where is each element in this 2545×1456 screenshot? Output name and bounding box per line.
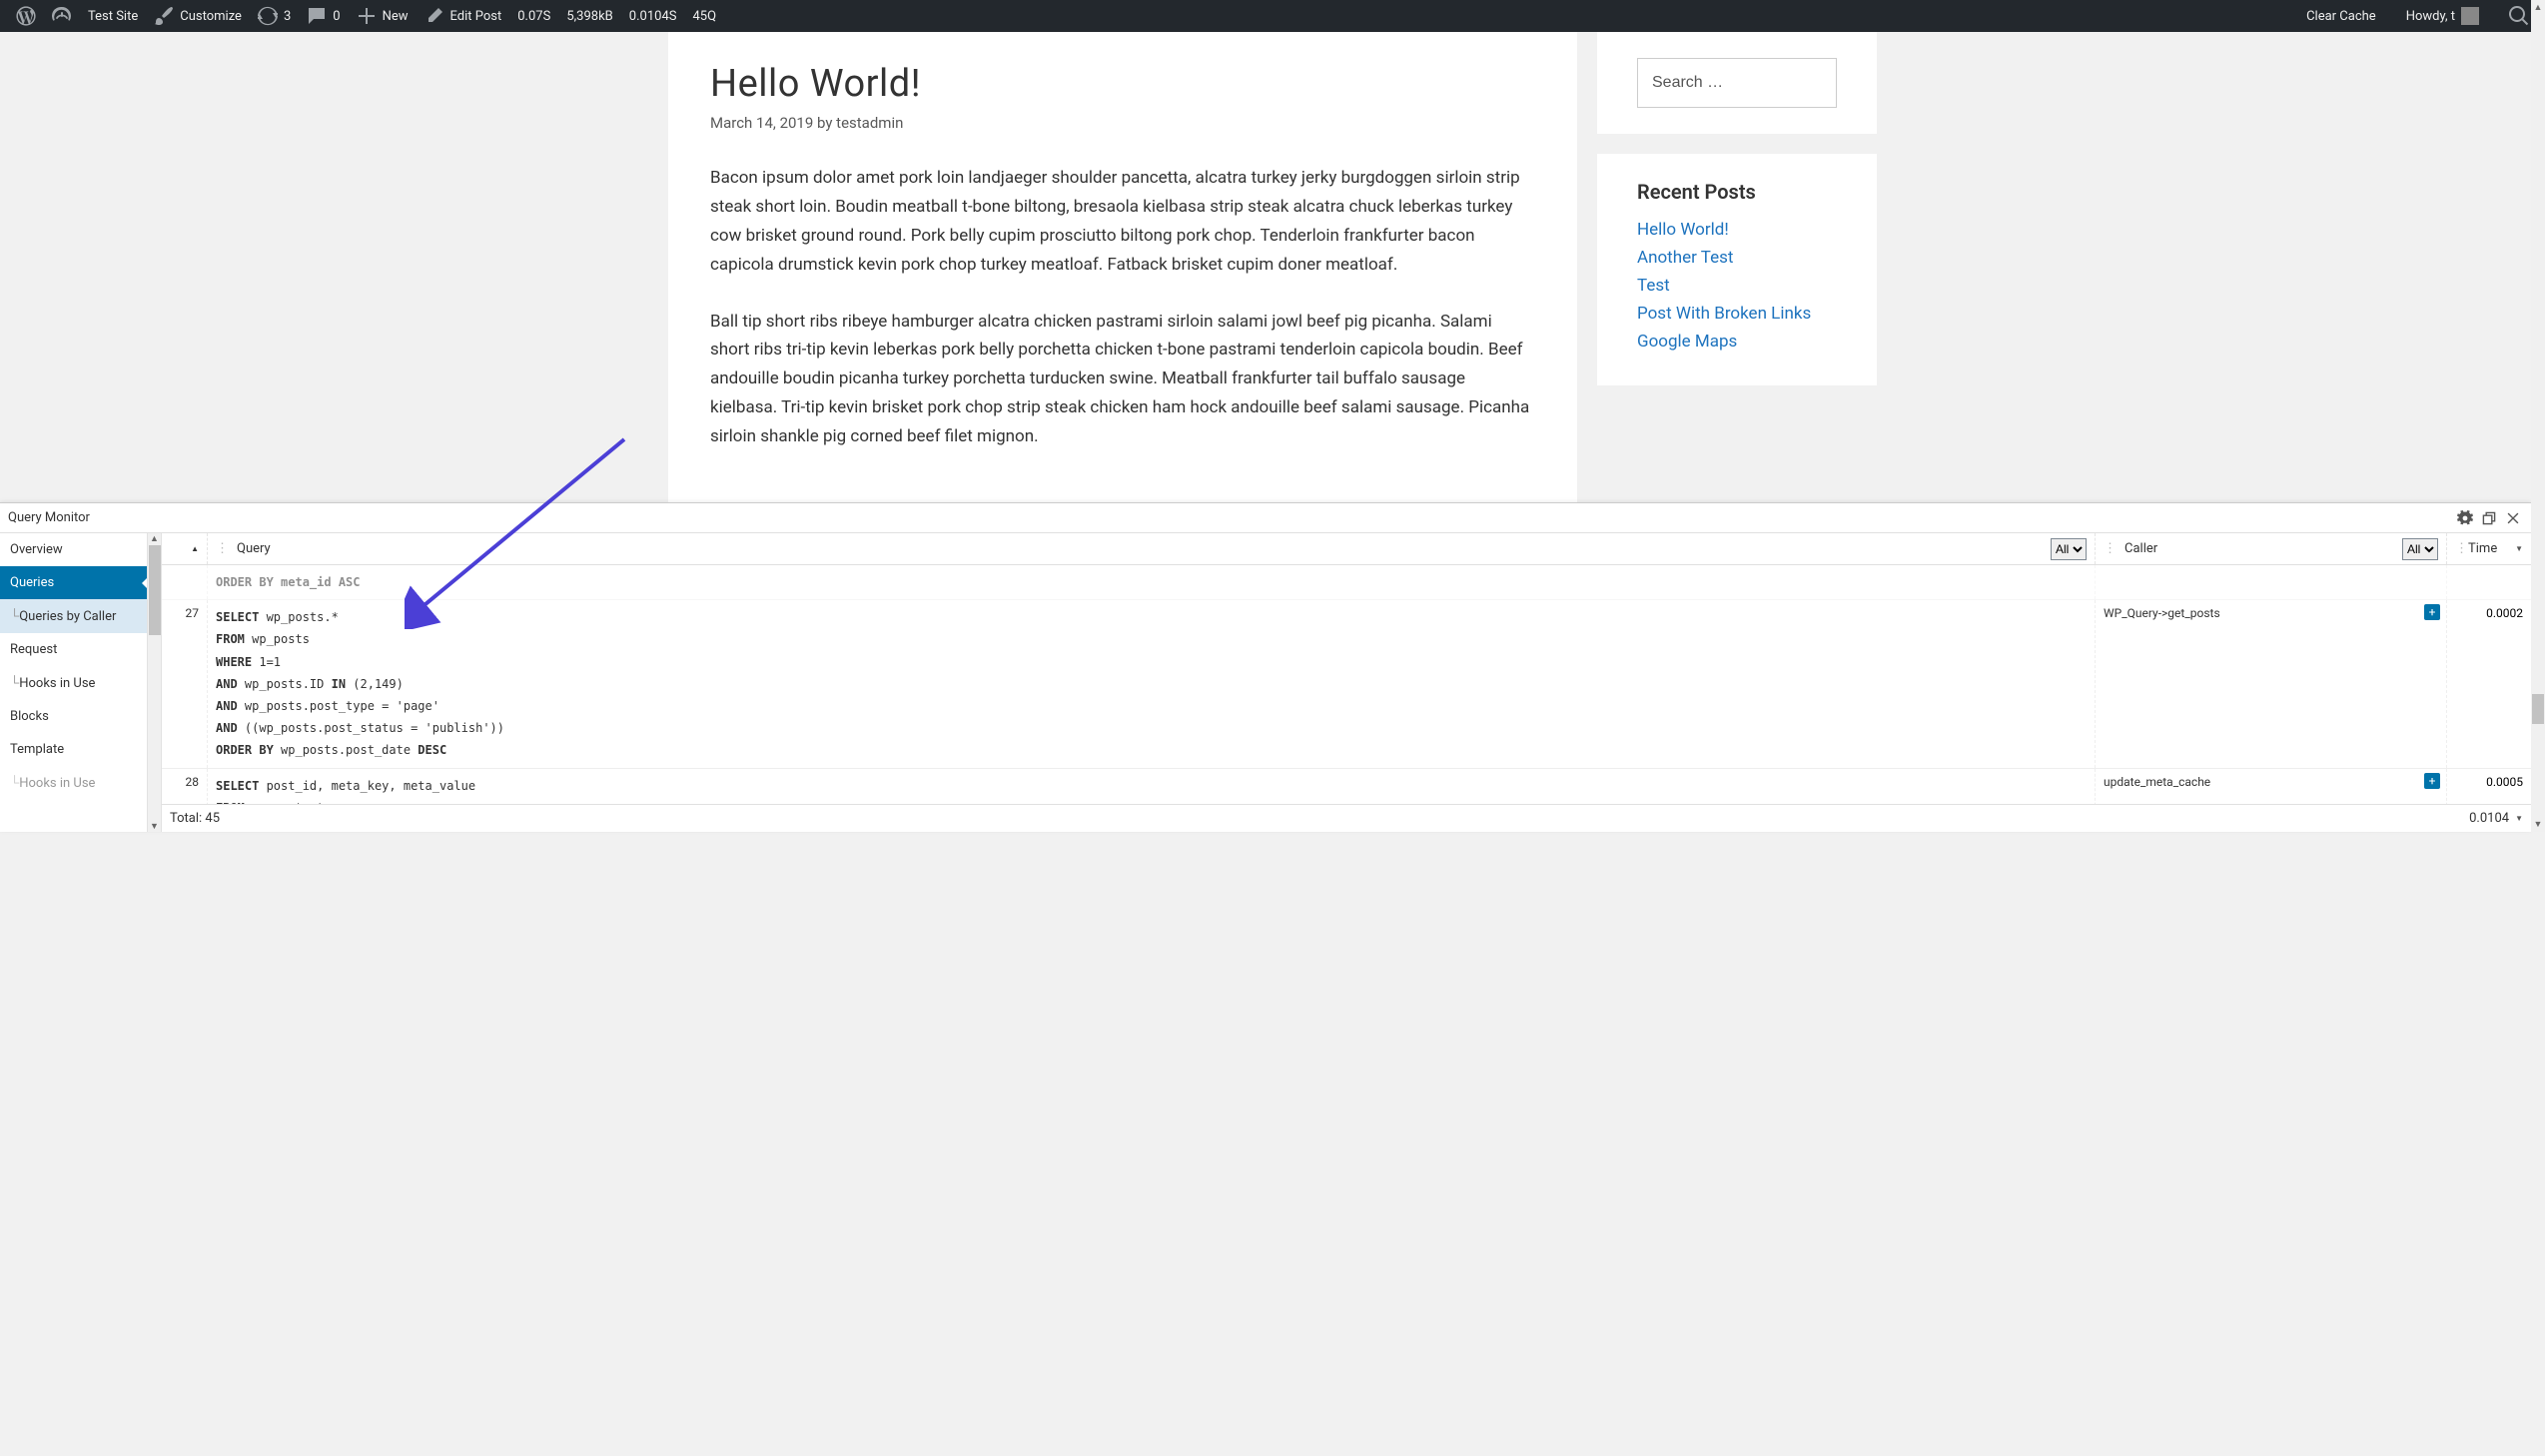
table-row: ORDER BY meta_id ASC: [162, 565, 2531, 600]
expand-caller-button[interactable]: +: [2424, 604, 2440, 620]
brush-icon: [154, 6, 174, 26]
recent-post-link[interactable]: Test: [1637, 276, 1670, 296]
wp-admin-bar: Test Site Customize 3 0 New Edit Post 0.…: [0, 0, 2545, 32]
customize-link[interactable]: Customize: [146, 0, 250, 32]
qm-stat-time[interactable]: 0.07S: [509, 0, 558, 32]
expand-caller-button[interactable]: +: [2424, 773, 2440, 789]
recent-post-link[interactable]: Another Test: [1637, 248, 1733, 268]
new-label: New: [383, 9, 409, 24]
qm-main: ▲ ⋮ Query All ⋮ Caller All ⋮ Time ▼: [162, 533, 2531, 832]
qm-stat-mem[interactable]: 5,398kB: [558, 0, 620, 32]
qm-stat-db[interactable]: 0.0104S: [621, 0, 685, 32]
caller-text: WP_Query->get_posts: [2104, 606, 2220, 620]
plus-icon: [357, 6, 377, 26]
query-monitor-panel: Query Monitor Overview Queries Queries b…: [0, 502, 2531, 832]
nav-request[interactable]: Request: [0, 633, 147, 666]
window-scrollbar[interactable]: ▲ ▼: [2531, 0, 2545, 832]
sql-fragment: ORDER BY meta_id ASC: [216, 575, 361, 589]
howdy-text: Howdy, t: [2406, 9, 2455, 24]
nav-queries[interactable]: Queries: [0, 566, 147, 599]
clear-cache-link[interactable]: Clear Cache: [2298, 0, 2384, 32]
close-icon[interactable]: [2501, 506, 2525, 530]
edit-post-label: Edit Post: [450, 9, 502, 24]
post-title: Hello World!: [710, 62, 1535, 106]
updates-link[interactable]: 3: [250, 0, 299, 32]
time-value: 0.0005: [2447, 769, 2531, 805]
scroll-down-icon[interactable]: ▼: [2534, 817, 2543, 832]
caller-text: update_meta_cache: [2104, 775, 2210, 789]
qm-table-body[interactable]: ORDER BY meta_id ASC 27 SELECT wp_posts.…: [162, 565, 2531, 804]
comment-icon: [307, 6, 327, 26]
pencil-icon: [424, 6, 444, 26]
col-caller-label: Caller: [2124, 541, 2157, 556]
qm-stat-queries[interactable]: 45Q: [684, 0, 724, 32]
sort-desc-icon: ▼: [2515, 814, 2523, 823]
col-time-label: Time: [2468, 541, 2497, 556]
table-row: 28 SELECT post_id, meta_key, meta_value …: [162, 769, 2531, 805]
qm-nav-scrollbar[interactable]: ▲ ▼: [148, 533, 162, 832]
sql-text: SELECT post_id, meta_key, meta_value FRO…: [216, 775, 2087, 805]
recent-post-link[interactable]: Post With Broken Links: [1637, 304, 1811, 324]
footer-time: 0.0104: [2469, 811, 2509, 826]
howdy-link[interactable]: Howdy, t: [2398, 0, 2487, 32]
customize-label: Customize: [180, 9, 242, 24]
search-widget: [1597, 32, 1877, 134]
comments-link[interactable]: 0: [299, 0, 348, 32]
nav-hooks-in-use[interactable]: Hooks in Use: [0, 666, 147, 700]
nav-queries-by-caller[interactable]: Queries by Caller: [0, 599, 147, 633]
qm-title-bar: Query Monitor: [0, 503, 2531, 533]
site-name-link[interactable]: Test Site: [80, 0, 146, 32]
comments-count: 0: [333, 9, 340, 24]
new-link[interactable]: New: [349, 0, 417, 32]
update-icon: [258, 6, 278, 26]
time-value: 0.0002: [2447, 600, 2531, 767]
row-num: 28: [162, 769, 208, 805]
col-num-sort[interactable]: ▲: [162, 533, 208, 564]
recent-post-link[interactable]: Google Maps: [1637, 332, 1737, 352]
page-content: Hello World! March 14, 2019 by testadmin…: [0, 32, 2545, 568]
nav-template[interactable]: Template: [0, 733, 147, 766]
updates-count: 3: [284, 9, 291, 24]
scroll-thumb[interactable]: [149, 545, 161, 635]
query-filter-select[interactable]: All: [2051, 538, 2087, 560]
col-caller: ⋮ Caller All: [2096, 533, 2447, 564]
nav-hooks-in-use-2[interactable]: Hooks in Use: [0, 766, 147, 800]
scroll-thumb[interactable]: [2532, 694, 2544, 724]
recent-posts-widget: Recent Posts Hello World! Another Test T…: [1597, 154, 1877, 385]
post-paragraph: Bacon ipsum dolor amet pork loin landjae…: [710, 164, 1535, 280]
qm-footer: Total: 45 0.0104 ▼: [162, 804, 2531, 832]
table-row: 27 SELECT wp_posts.* FROM wp_posts WHERE…: [162, 600, 2531, 768]
qm-table-header: ▲ ⋮ Query All ⋮ Caller All ⋮ Time ▼: [162, 533, 2531, 565]
avatar: [2461, 7, 2479, 25]
qm-title: Query Monitor: [8, 510, 90, 525]
dashboard-icon[interactable]: [44, 0, 80, 32]
scroll-down-icon[interactable]: ▼: [150, 821, 159, 832]
qm-nav: Overview Queries Queries by Caller Reque…: [0, 533, 148, 832]
edit-post-link[interactable]: Edit Post: [417, 0, 510, 32]
widget-title: Recent Posts: [1637, 180, 1837, 204]
post-paragraph: Ball tip short ribs ribeye hamburger alc…: [710, 308, 1535, 451]
popout-icon[interactable]: [2477, 506, 2501, 530]
search-input[interactable]: [1637, 58, 1837, 108]
scroll-up-icon[interactable]: ▲: [150, 533, 159, 544]
sql-text: SELECT wp_posts.* FROM wp_posts WHERE 1=…: [216, 606, 2087, 761]
footer-total: Total: 45: [170, 811, 220, 826]
row-num: 27: [162, 600, 208, 767]
sidebar: Recent Posts Hello World! Another Test T…: [1597, 32, 1877, 568]
col-time[interactable]: ⋮ Time ▼: [2447, 533, 2531, 564]
wp-logo-icon[interactable]: [8, 0, 44, 32]
gear-icon[interactable]: [2453, 506, 2477, 530]
col-query-label: Query: [237, 541, 271, 556]
col-query: ⋮ Query All: [208, 533, 2096, 564]
sort-desc-icon: ▼: [2515, 544, 2523, 553]
recent-post-link[interactable]: Hello World!: [1637, 220, 1729, 240]
scroll-up-icon[interactable]: ▲: [2534, 0, 2543, 15]
caller-filter-select[interactable]: All: [2402, 538, 2438, 560]
post-article: Hello World! March 14, 2019 by testadmin…: [668, 32, 1577, 568]
nav-blocks[interactable]: Blocks: [0, 700, 147, 733]
nav-overview[interactable]: Overview: [0, 533, 147, 566]
post-meta: March 14, 2019 by testadmin: [710, 114, 1535, 132]
